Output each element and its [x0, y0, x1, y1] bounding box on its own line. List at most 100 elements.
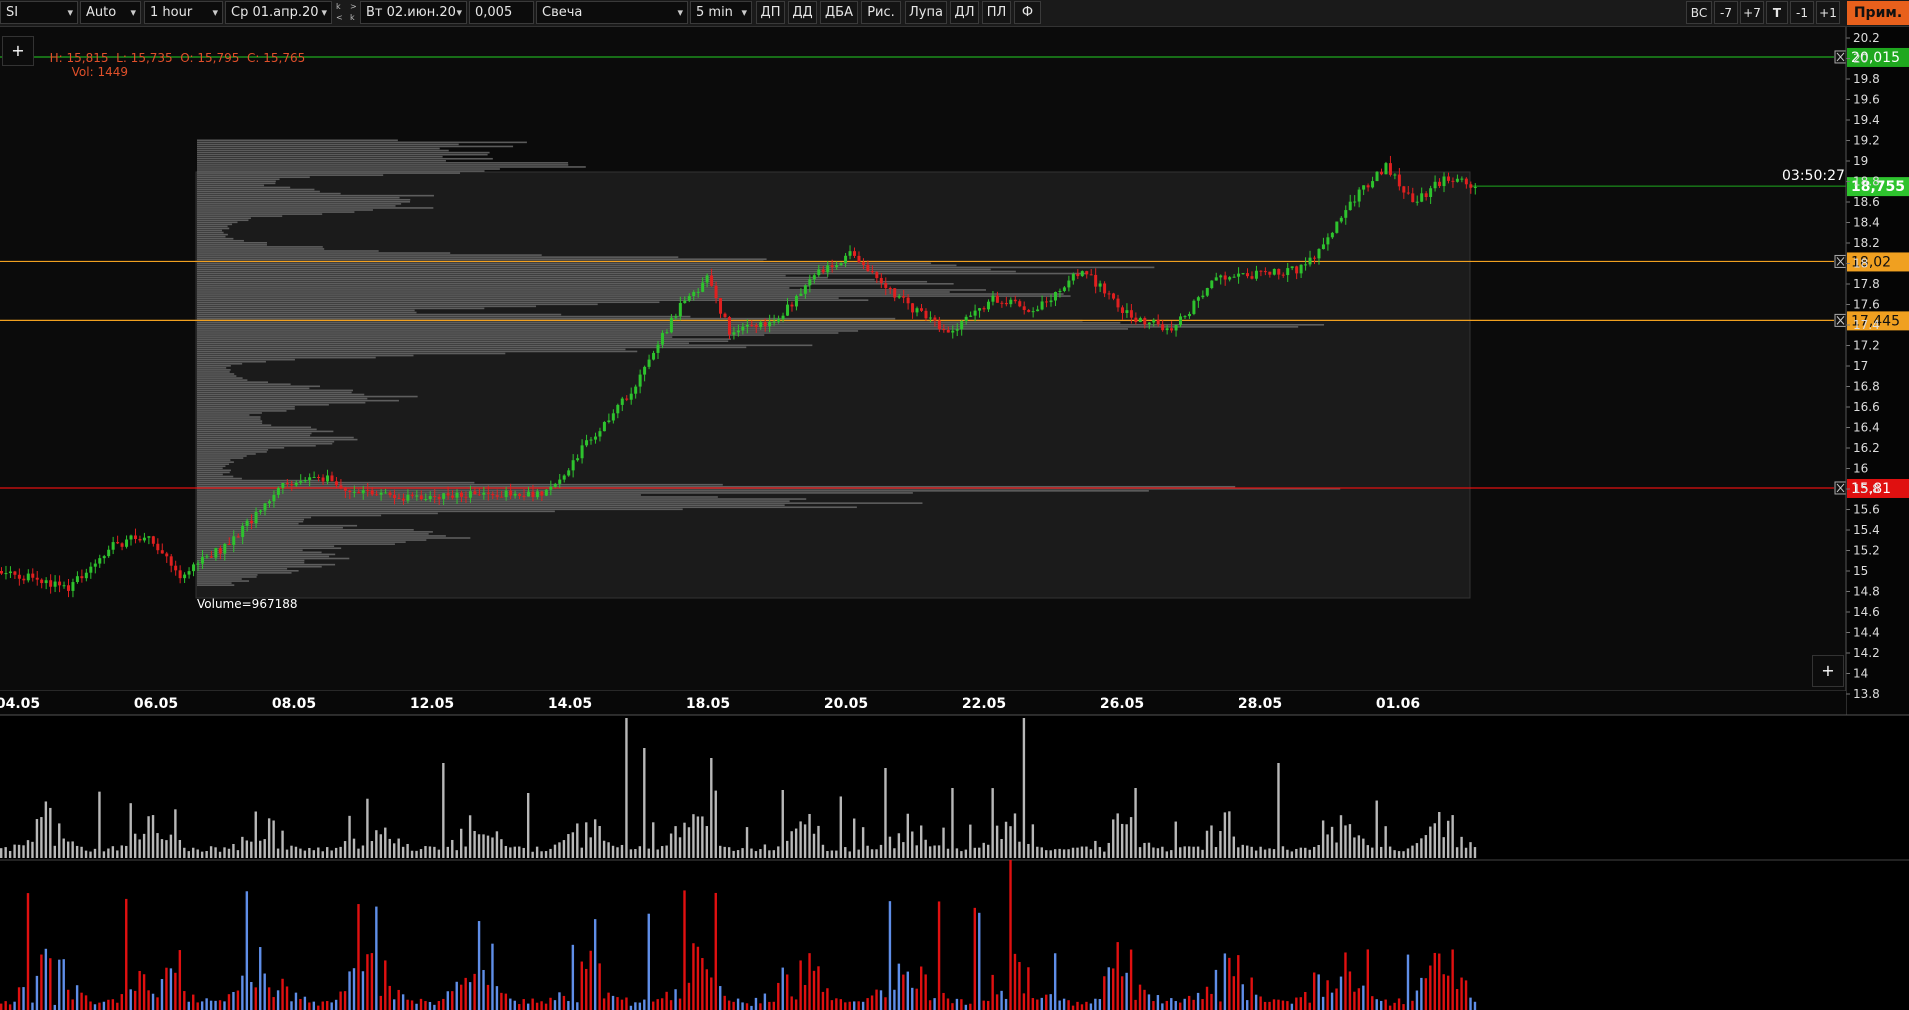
volume-bar [844, 847, 847, 858]
candle-body [1107, 293, 1111, 295]
profile-bar [197, 408, 295, 410]
volume-bar [638, 846, 642, 858]
candle-body [1125, 310, 1129, 313]
candle-body [31, 573, 35, 578]
candle-body [370, 490, 374, 495]
candle-body [602, 421, 606, 432]
candle-body [915, 308, 919, 313]
profile-bar [197, 434, 311, 437]
candle-body [361, 490, 365, 494]
volume-bar [451, 839, 454, 858]
profile-bar [197, 162, 569, 164]
delta-bar [585, 968, 588, 1010]
volume-bar [1446, 820, 1450, 858]
volume-bar [911, 831, 914, 858]
profile-bar [197, 235, 226, 238]
delta-bar [544, 1003, 548, 1010]
volume-bar [200, 851, 204, 858]
delta-bar [1210, 993, 1213, 1010]
price-tick-label: 13.8 [1853, 687, 1880, 701]
profile-bar [197, 334, 765, 336]
volume-bar [687, 827, 691, 858]
profile-bar [197, 172, 461, 174]
add-pane-button[interactable]: + [1812, 655, 1844, 687]
volume-bar [803, 824, 807, 858]
profile-bar [197, 570, 299, 572]
profile-bar [197, 209, 373, 211]
candle-body [826, 265, 830, 273]
delta-bar [393, 999, 396, 1010]
delta-bar [71, 999, 74, 1010]
volume-bar [330, 850, 333, 858]
candle-body [504, 490, 508, 498]
delta-bar [812, 970, 816, 1010]
volume-bar [1371, 847, 1374, 858]
candle-body [1067, 280, 1071, 288]
candle-body [379, 492, 383, 495]
volume-bar [1103, 851, 1106, 858]
candle-body [366, 490, 370, 492]
volume-bar [138, 839, 141, 858]
delta-bar [1286, 1001, 1289, 1010]
profile-bar [197, 563, 336, 566]
volume-bar [1406, 848, 1410, 858]
profile-bar [197, 385, 321, 388]
delta-bar [1165, 1000, 1169, 1010]
candle-body [1406, 192, 1410, 194]
volume-bar [1304, 847, 1307, 858]
price-tick-label: 17.2 [1853, 339, 1880, 353]
volume-bar [1402, 851, 1405, 858]
volume-bar [558, 842, 561, 858]
delta-bar [969, 1003, 972, 1010]
candle-body [1375, 171, 1379, 182]
profile-bar [197, 492, 913, 494]
candle-body [1156, 319, 1160, 325]
candle-body [540, 491, 544, 496]
delta-bar [1446, 975, 1450, 1010]
candle-body [1317, 249, 1321, 259]
candle-body [1246, 273, 1250, 277]
profile-bar [197, 369, 231, 371]
profile-bar [197, 262, 932, 265]
volume-bar [750, 848, 753, 858]
trading-chart[interactable]: 20,01518,0217,44515,8118,755 20.22019.81… [0, 0, 1909, 1010]
volume-bar [1067, 849, 1070, 858]
candle-body [969, 315, 973, 317]
candle-body [857, 255, 861, 263]
delta-bar [946, 998, 950, 1010]
profile-bar [197, 139, 398, 142]
delta-bar [142, 974, 146, 1010]
candle-body [790, 304, 794, 307]
candle-body [93, 563, 97, 567]
delta-bar [558, 992, 561, 1010]
delta-bar [455, 981, 458, 1010]
price-tick-label: 16.8 [1853, 380, 1880, 394]
volume-bar [857, 849, 860, 858]
delta-bar [915, 988, 918, 1010]
candle-body [1004, 302, 1008, 305]
candle-body [1027, 309, 1031, 312]
candle-body [933, 317, 937, 321]
candle-body [669, 317, 673, 333]
profile-bar [197, 459, 231, 461]
candle-body [1112, 293, 1116, 299]
candle-body [303, 479, 307, 482]
candle-body [1071, 273, 1075, 281]
delta-bar [535, 1002, 539, 1010]
candle-body [1469, 184, 1473, 188]
volume-bar [1330, 826, 1334, 858]
profile-bar [197, 346, 747, 349]
delta-bar [978, 912, 981, 1010]
delta-bar [491, 943, 494, 1010]
delta-bar [388, 985, 391, 1010]
profile-bar [197, 196, 400, 199]
delta-bar [1397, 998, 1401, 1010]
volume-bar [285, 849, 289, 858]
candle-body [1040, 301, 1044, 310]
volume-bar [598, 826, 601, 858]
candle-body [723, 313, 727, 318]
add-indicator-button[interactable]: + [2, 36, 34, 66]
volume-bar [634, 849, 637, 858]
time-tick-label: 20.05 [824, 696, 868, 712]
delta-bar [513, 1000, 516, 1010]
